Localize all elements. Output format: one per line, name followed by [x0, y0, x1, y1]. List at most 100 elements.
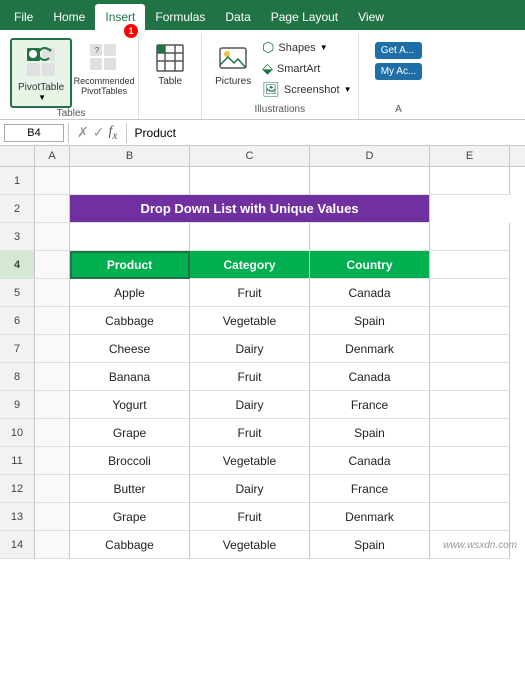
cell-a3[interactable] — [35, 223, 70, 251]
cell-c14[interactable]: Vegetable — [190, 531, 310, 559]
cell-c13[interactable]: Fruit — [190, 503, 310, 531]
cell-c11[interactable]: Vegetable — [190, 447, 310, 475]
cell-e7[interactable] — [430, 335, 510, 363]
cell-b14[interactable]: Cabbage — [70, 531, 190, 559]
cell-e3[interactable] — [430, 223, 510, 251]
cell-d14[interactable]: Spain — [310, 531, 430, 559]
cell-b2[interactable]: Drop Down List with Unique Values — [70, 195, 430, 223]
cancel-formula-icon[interactable]: ✗ — [77, 124, 89, 142]
spreadsheet: A B C D E 1 2 3 4 5 6 7 8 9 10 11 12 13 — [0, 146, 525, 559]
cell-d3[interactable] — [310, 223, 430, 251]
cell-reference-input[interactable] — [4, 124, 64, 142]
table-button[interactable]: Table — [145, 38, 195, 91]
cell-c4[interactable]: Category — [190, 251, 310, 279]
cell-e13[interactable] — [430, 503, 510, 531]
cell-e5[interactable] — [430, 279, 510, 307]
cell-c10[interactable]: Fruit — [190, 419, 310, 447]
cell-c7[interactable]: Dairy — [190, 335, 310, 363]
table-row: Grape Fruit Spain — [35, 419, 525, 447]
cell-b10[interactable]: Grape — [70, 419, 190, 447]
cell-a2[interactable] — [35, 195, 70, 223]
cell-b3[interactable] — [70, 223, 190, 251]
formula-separator — [68, 123, 69, 143]
tab-formulas[interactable]: Formulas — [145, 4, 215, 30]
cell-e4[interactable] — [430, 251, 510, 279]
cell-e12[interactable] — [430, 475, 510, 503]
tab-view[interactable]: View — [348, 4, 394, 30]
cell-b7[interactable]: Cheese — [70, 335, 190, 363]
table-row: Grape Fruit Denmark — [35, 503, 525, 531]
insert-function-icon[interactable]: fx — [108, 124, 117, 142]
cell-d8[interactable]: Canada — [310, 363, 430, 391]
cell-c12[interactable]: Dairy — [190, 475, 310, 503]
cell-a13[interactable] — [35, 503, 70, 531]
tab-file[interactable]: File — [4, 4, 43, 30]
cell-a14[interactable] — [35, 531, 70, 559]
tab-home[interactable]: Home — [43, 4, 95, 30]
cell-a9[interactable] — [35, 391, 70, 419]
shapes-button[interactable]: ⬡ Shapes ▼ — [262, 38, 351, 57]
cell-c6[interactable]: Vegetable — [190, 307, 310, 335]
screenshot-button[interactable]: 🖼 Screenshot ▼ — [262, 80, 351, 99]
cell-d13[interactable]: Denmark — [310, 503, 430, 531]
recommended-pivottables-icon: ? — [88, 42, 120, 74]
row-num-5: 5 — [0, 279, 35, 307]
cell-b9[interactable]: Yogurt — [70, 391, 190, 419]
cell-d12[interactable]: France — [310, 475, 430, 503]
tab-page-layout[interactable]: Page Layout — [261, 4, 348, 30]
row-num-11: 11 — [0, 447, 35, 475]
cell-c3[interactable] — [190, 223, 310, 251]
cell-a4[interactable] — [35, 251, 70, 279]
col-header-d: D — [310, 146, 430, 166]
col-header-a: A — [35, 146, 70, 166]
cell-b5[interactable]: Apple — [70, 279, 190, 307]
smartart-button[interactable]: ⬙ SmartArt — [262, 59, 351, 78]
tab-data[interactable]: Data — [215, 4, 260, 30]
cell-e9[interactable] — [430, 391, 510, 419]
my-addins-button[interactable]: My Ac... — [375, 63, 423, 80]
cell-b8[interactable]: Banana — [70, 363, 190, 391]
cell-a7[interactable] — [35, 335, 70, 363]
pictures-button[interactable]: Pictures — [208, 38, 258, 91]
cell-d10[interactable]: Spain — [310, 419, 430, 447]
cell-b12[interactable]: Butter — [70, 475, 190, 503]
cell-a12[interactable] — [35, 475, 70, 503]
cell-e1[interactable] — [430, 167, 510, 195]
cell-e11[interactable] — [430, 447, 510, 475]
cell-d5[interactable]: Canada — [310, 279, 430, 307]
cell-b1[interactable] — [70, 167, 190, 195]
cell-d1[interactable] — [310, 167, 430, 195]
cell-b4[interactable]: Product — [70, 251, 190, 279]
cell-b6[interactable]: Cabbage — [70, 307, 190, 335]
get-addins-button[interactable]: Get A... — [375, 42, 423, 59]
cell-a6[interactable] — [35, 307, 70, 335]
cell-c9[interactable]: Dairy — [190, 391, 310, 419]
cell-c8[interactable]: Fruit — [190, 363, 310, 391]
recommended-pivottables-button[interactable]: ? Recommended PivotTables — [76, 38, 132, 100]
pivot-table-button[interactable]: PivotTable ▼ — [10, 38, 72, 108]
confirm-formula-icon[interactable]: ✓ — [93, 124, 105, 142]
cell-d7[interactable]: Denmark — [310, 335, 430, 363]
cell-a5[interactable] — [35, 279, 70, 307]
cell-c5[interactable]: Fruit — [190, 279, 310, 307]
row-num-1: 1 — [0, 167, 35, 195]
get-addins-label: Get A... — [381, 45, 414, 56]
cell-d11[interactable]: Canada — [310, 447, 430, 475]
cell-d6[interactable]: Spain — [310, 307, 430, 335]
cell-e10[interactable] — [430, 419, 510, 447]
tab-insert[interactable]: Insert — [95, 4, 145, 30]
table-row: Broccoli Vegetable Canada — [35, 447, 525, 475]
cell-e8[interactable] — [430, 363, 510, 391]
cell-c1[interactable] — [190, 167, 310, 195]
cell-a10[interactable] — [35, 419, 70, 447]
cell-b11[interactable]: Broccoli — [70, 447, 190, 475]
cell-d9[interactable]: France — [310, 391, 430, 419]
cell-a1[interactable] — [35, 167, 70, 195]
cell-b13[interactable]: Grape — [70, 503, 190, 531]
formula-input[interactable] — [131, 126, 521, 140]
cell-e6[interactable] — [430, 307, 510, 335]
row-num-13: 13 — [0, 503, 35, 531]
cell-d4[interactable]: Country — [310, 251, 430, 279]
cell-a11[interactable] — [35, 447, 70, 475]
cell-a8[interactable] — [35, 363, 70, 391]
